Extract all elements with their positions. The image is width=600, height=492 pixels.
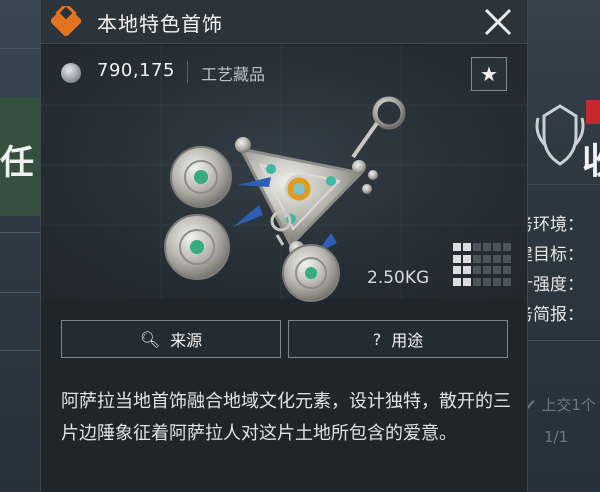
size-grid-cell <box>473 254 481 263</box>
size-grid-cell <box>493 243 501 251</box>
size-grid-cell <box>453 266 461 274</box>
size-grid-cell <box>463 254 471 263</box>
size-grid-cell <box>463 266 471 274</box>
divider <box>0 232 40 233</box>
size-grid-cell <box>483 254 491 263</box>
divider <box>0 292 40 293</box>
size-grid-cell <box>503 266 511 274</box>
size-grid-cell <box>493 266 501 274</box>
item-weight: 2.50KG <box>367 268 430 288</box>
divider <box>0 350 40 351</box>
page-indicator: 1/1 <box>544 428 569 446</box>
divider <box>528 184 600 185</box>
faction-emblem-icon <box>535 104 585 166</box>
item-preview-area: 790,175 工艺藏品 ★ 2.50KG <box>41 45 527 302</box>
size-grid-cell <box>463 277 471 286</box>
background-left-panel: 任 <box>0 0 40 492</box>
mission-info-row: 计强度： <box>528 275 584 295</box>
diamond-cluster-icon <box>51 6 81 36</box>
inventory-size-grid <box>453 243 511 287</box>
close-icon[interactable] <box>481 5 515 39</box>
mission-info-row: 务简报： <box>528 305 584 325</box>
mission-info-row: 建目标： <box>528 245 584 265</box>
usage-button[interactable]: ? 用途 <box>288 320 508 358</box>
size-grid-cell <box>483 277 491 286</box>
question-icon: ? <box>372 329 382 349</box>
usage-button-label: 用途 <box>391 331 424 350</box>
size-grid-cell <box>453 254 461 263</box>
search-icon: 🔍︎ <box>139 329 161 349</box>
size-grid-cell <box>473 277 481 286</box>
size-grid-cell <box>483 243 491 251</box>
size-grid-cell <box>453 277 461 286</box>
silver-coin-icon <box>61 63 81 83</box>
favorite-button[interactable]: ★ <box>471 57 507 91</box>
mission-title-fragment: 任 <box>0 143 34 183</box>
size-grid-cell <box>473 266 481 274</box>
size-grid-cell <box>473 243 481 251</box>
size-grid-cell <box>503 277 511 286</box>
mission-info-row: 务环境： <box>528 215 584 235</box>
size-grid-cell <box>493 254 501 263</box>
size-grid-cell <box>503 254 511 263</box>
size-grid-cell <box>483 266 491 274</box>
item-detail-card: 本地特色首饰 790,175 工艺藏品 ★ 2.50KG 🔍︎ 来源 ? 用途 … <box>40 0 528 492</box>
alert-badge <box>586 100 600 124</box>
item-title: 本地特色首饰 <box>97 12 223 36</box>
size-grid-cell <box>463 243 471 251</box>
submit-count-label: 上交1个 <box>541 396 596 414</box>
background-right-panel: 收 务环境： 建目标： 计强度： 务简报： ✔ 上交1个 1/1 <box>528 0 600 492</box>
size-grid-cell <box>453 243 461 251</box>
source-button[interactable]: 🔍︎ 来源 <box>61 320 281 358</box>
size-grid-cell <box>493 277 501 286</box>
panel-heading-fragment: 收 <box>582 132 600 184</box>
card-header: 本地特色首饰 <box>41 0 527 44</box>
item-description: 阿萨拉当地首饰融合地域文化元素，设计独特，散开的三片边陲象征着阿萨拉人对这片土地… <box>61 391 511 444</box>
submit-count-text[interactable]: ✔ 上交1个 <box>528 394 596 415</box>
divider <box>528 340 600 341</box>
size-grid-cell <box>503 243 511 251</box>
star-icon: ★ <box>480 62 498 86</box>
source-button-label: 来源 <box>170 331 203 350</box>
divider <box>0 48 40 49</box>
